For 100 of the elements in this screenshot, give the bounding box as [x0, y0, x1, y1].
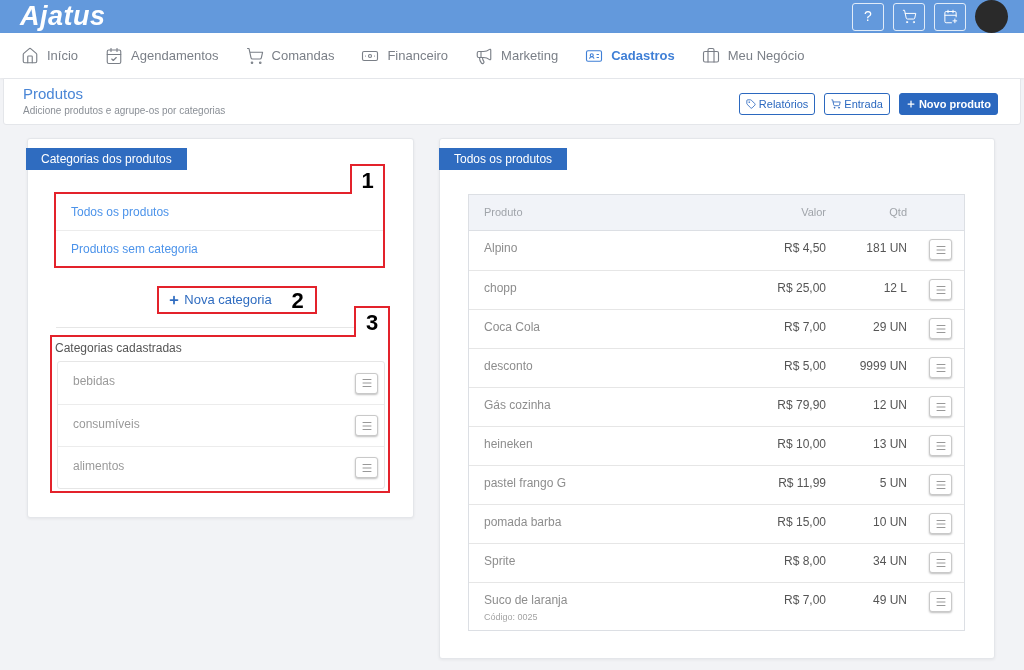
menu-button[interactable]	[355, 457, 378, 478]
megaphone-icon	[475, 46, 494, 65]
menu-button[interactable]	[929, 552, 952, 573]
product-name: heineken	[484, 436, 534, 452]
cart-button[interactable]	[893, 2, 925, 31]
product-name: chopp	[484, 280, 518, 296]
cart-icon	[831, 99, 842, 109]
product-name: desconto	[484, 358, 534, 374]
calendar-check-icon	[105, 46, 124, 65]
menu-icon	[934, 556, 947, 569]
menu-button[interactable]	[929, 513, 952, 534]
category-name: bebidas	[73, 373, 116, 390]
nav-tab[interactable]: Meu Negócio	[701, 45, 805, 66]
menu-button[interactable]	[929, 279, 952, 300]
nav-tab[interactable]: Agendamentos	[105, 45, 219, 66]
category-name: consumíveis	[73, 415, 140, 433]
product-price: R$ 15,00	[777, 514, 826, 530]
page-subtitle: Adicione produtos e agrupe-os por categorias	[23, 104, 226, 118]
product-name: Suco de laranja	[484, 592, 569, 608]
menu-icon	[360, 377, 373, 389]
calendar-plus-icon	[942, 9, 958, 24]
menu-icon	[934, 322, 947, 335]
product-price: R$ 10,00	[777, 436, 826, 452]
product-quantity: 10 UN	[873, 514, 907, 530]
menu-icon	[934, 478, 947, 491]
category-name: alimentos	[73, 457, 125, 475]
plus-icon	[905, 99, 916, 109]
house-icon	[21, 46, 39, 65]
menu-button[interactable]	[929, 357, 952, 378]
column-header: Valor	[801, 205, 826, 221]
column-header: Produto	[483, 205, 524, 221]
menu-button[interactable]	[929, 396, 952, 417]
product-price: R$ 4,50	[783, 240, 826, 256]
product-quantity: 12 UN	[873, 397, 907, 413]
menu-button[interactable]	[929, 474, 952, 495]
nav-tab[interactable]: Financeiro	[361, 45, 449, 66]
product-quantity: 34 UN	[873, 553, 907, 569]
menu-icon	[360, 461, 373, 474]
menu-icon	[934, 283, 947, 296]
product-name: Alpino	[484, 240, 519, 256]
product-price: R$ 79,90	[777, 397, 826, 413]
menu-icon	[934, 595, 947, 608]
annotation-number: 3	[354, 306, 390, 337]
menu-icon	[934, 517, 947, 530]
product-price: R$ 7,00	[783, 592, 826, 608]
annotation-number: 1	[350, 164, 385, 194]
briefcase-icon	[701, 46, 720, 65]
menu-button[interactable]	[929, 591, 952, 612]
menu-button[interactable]	[929, 435, 952, 456]
product-quantity: 13 UN	[873, 436, 907, 452]
product-name: Sprite	[484, 553, 517, 569]
column-header: Qtd	[889, 205, 907, 221]
annotation-number: 2	[280, 286, 317, 314]
action-button[interactable]: Relatórios	[738, 93, 816, 115]
product-name: pastel frango G	[484, 475, 568, 491]
product-price: R$ 7,00	[783, 319, 826, 335]
product-quantity: 49 UN	[873, 592, 907, 608]
menu-button[interactable]	[355, 372, 378, 394]
cart-icon	[901, 9, 917, 24]
product-price: R$ 5,00	[783, 358, 826, 374]
panel-title: Todos os produtos	[439, 148, 568, 170]
product-name: pomada barba	[484, 514, 563, 530]
product-quantity: 9999 UN	[859, 358, 907, 374]
product-price: R$ 25,00	[777, 280, 826, 296]
product-name: Gás cozinha	[484, 397, 552, 413]
product-code: Código: 0025	[484, 611, 539, 623]
filter-link[interactable]: Produtos sem categoria	[56, 230, 383, 266]
nav-tab[interactable]: Início	[21, 45, 79, 66]
menu-button[interactable]	[929, 239, 952, 260]
logo: Ajatus	[20, 3, 106, 30]
product-price: R$ 11,99	[778, 475, 826, 491]
panel-title: Categorias dos produtos	[26, 148, 187, 170]
calendar-button[interactable]	[934, 2, 966, 31]
menu-icon	[934, 361, 947, 374]
nav-tab[interactable]: Comandas	[245, 45, 335, 66]
page-title: Produtos	[23, 85, 85, 103]
nav-tab[interactable]: Marketing	[475, 45, 559, 66]
avatar[interactable]	[975, 0, 1008, 33]
tag-icon	[745, 99, 756, 109]
menu-icon	[934, 439, 947, 452]
nav-tab[interactable]: Cadastros	[585, 45, 675, 66]
cart-icon	[245, 46, 264, 65]
menu-icon	[934, 243, 947, 256]
product-name: Coca Cola	[484, 319, 542, 335]
menu-button[interactable]	[929, 318, 952, 339]
menu-icon	[934, 400, 947, 413]
menu-icon	[360, 419, 373, 432]
product-price: R$ 8,00	[783, 553, 826, 569]
product-quantity: 5 UN	[879, 475, 907, 491]
action-button[interactable]: Entrada	[824, 93, 890, 115]
product-quantity: 181 UN	[866, 240, 907, 256]
plus-icon	[168, 294, 181, 306]
new-category-button[interactable]: Nova categoria	[159, 288, 281, 312]
product-quantity: 12 L	[883, 280, 907, 296]
filter-link[interactable]: Todos os produtos	[56, 194, 383, 230]
product-quantity: 29 UN	[873, 319, 907, 335]
menu-button[interactable]	[355, 415, 378, 436]
help-button[interactable]: ?	[852, 2, 884, 31]
action-button[interactable]: Novo produto	[898, 93, 998, 115]
section-title: Categorias cadastradas	[55, 341, 183, 356]
